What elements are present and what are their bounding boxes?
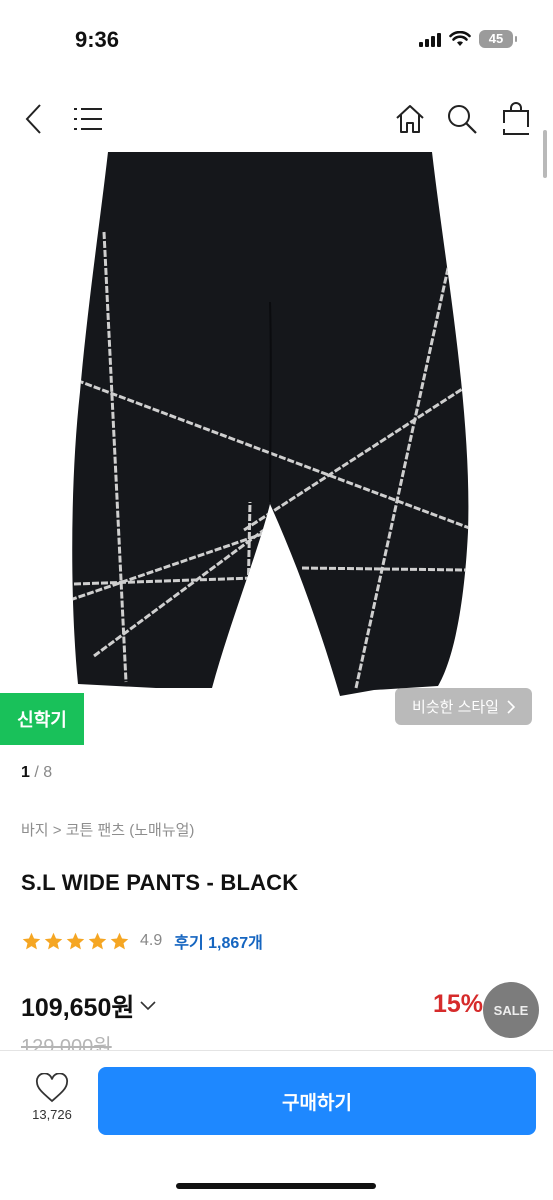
status-time: 9:36 [75,27,120,52]
menu-icon [74,108,102,130]
status-bar: 9:36 45 [0,0,553,80]
star-rating [21,931,130,952]
image-pager: 1 / 8 [21,764,52,782]
buy-button[interactable]: 구매하기 [98,1067,536,1135]
product-image-pants [72,152,469,696]
pager-total: 8 [43,764,53,781]
pager-current: 1 [21,764,30,781]
cart-button[interactable] [494,92,538,146]
sale-price: 109,650원 [21,994,135,1022]
similar-style-button[interactable]: 비슷한 스타일 [395,688,532,725]
star-icon [44,932,63,949]
original-price: 129,000원 [21,1036,112,1050]
top-nav-bar [0,92,553,146]
star-icon [66,932,85,949]
star-icon [110,932,129,949]
back-icon [25,104,41,134]
like-count: 13,726 [32,1107,72,1122]
shopping-bag-icon [503,102,529,135]
sale-badge-button[interactable]: SALE [483,982,539,1038]
home-indicator [176,1183,376,1189]
back-button[interactable] [12,92,56,146]
star-icon [88,932,107,949]
similar-style-label: 비슷한 스타일 [412,699,499,716]
product-image-gallery[interactable] [0,152,553,752]
cellular-signal-icon [419,31,441,47]
price-row[interactable]: 109,650원 [21,988,156,1024]
star-icon [22,932,41,949]
discount-rate: 15% [433,990,484,1018]
chevron-right-icon [507,699,515,714]
wifi-icon [449,31,471,46]
product-title: S.L WIDE PANTS - BLACK [21,870,299,895]
rating-score: 4.9 [140,932,163,949]
battery-icon: 45 [479,30,517,48]
home-button[interactable] [388,92,432,146]
status-icons: 45 [419,30,517,48]
category-breadcrumb[interactable]: 바지 > 코튼 팬츠 (노매뉴얼) [21,819,194,840]
review-count-link[interactable]: 후기 1,867개 [174,929,263,953]
scrollbar-thumb[interactable] [543,130,547,178]
new-semester-badge: 신학기 [0,693,84,745]
search-icon [448,105,477,134]
bottom-action-bar: 13,726 구매하기 [0,1050,553,1200]
chevron-down-icon [140,1001,156,1011]
home-icon [396,105,424,133]
rating-row: 4.9 후기 1,867개 [21,929,263,953]
like-button[interactable]: 13,726 [17,1073,87,1139]
search-button[interactable] [440,92,484,146]
menu-button[interactable] [66,92,110,146]
pager-separator: / [29,764,44,781]
heart-icon [35,1073,69,1103]
